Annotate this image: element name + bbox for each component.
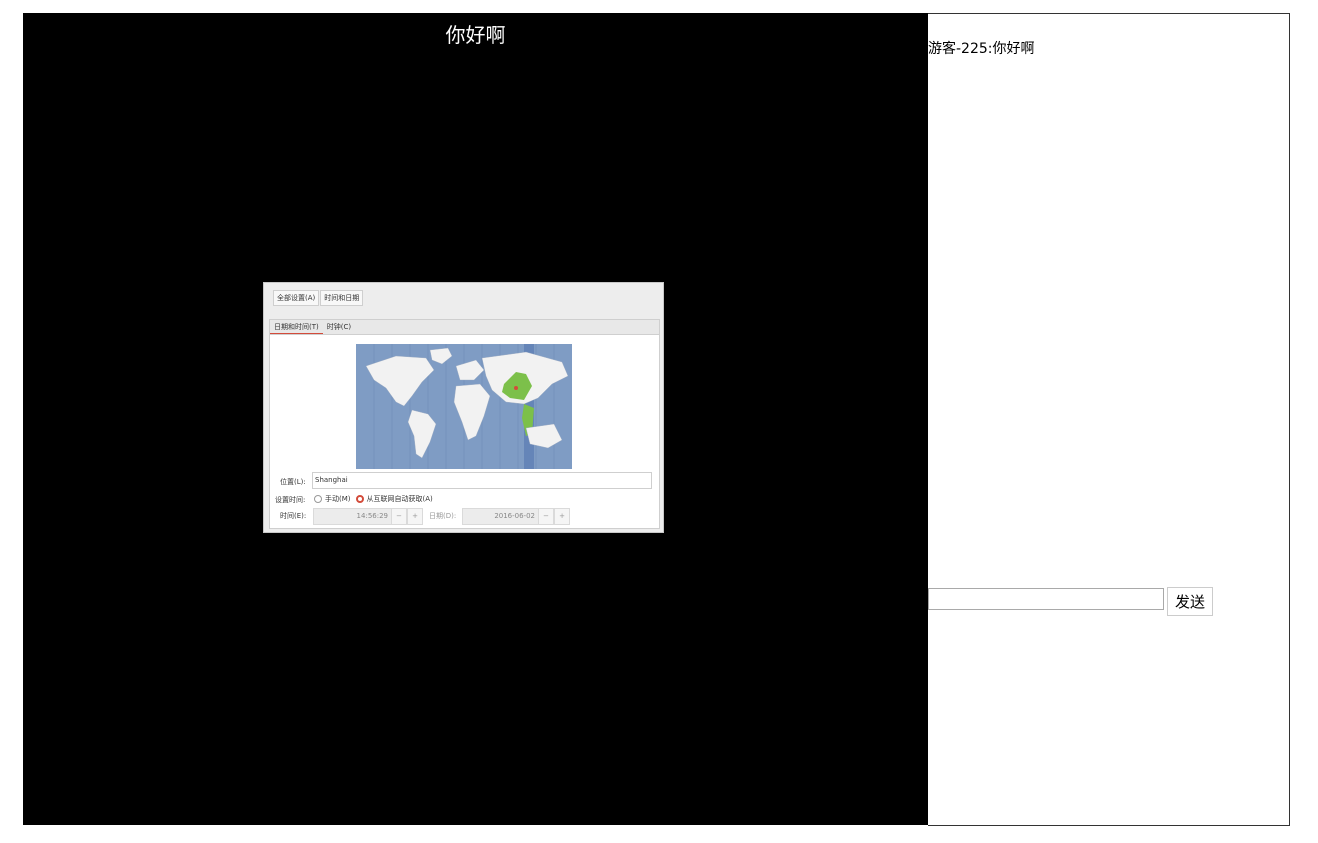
breadcrumb-time-date[interactable]: 时间和日期 — [320, 290, 364, 306]
set-time-radio-group: 手动(M) 从互联网自动获取(A) — [314, 494, 438, 504]
radio-auto-label: 从互联网自动获取(A) — [366, 495, 433, 503]
date-plus-button[interactable]: + — [554, 508, 570, 525]
breadcrumb: 全部设置(A) 时间和日期 — [273, 290, 364, 306]
location-input[interactable]: Shanghai — [312, 472, 652, 489]
world-map-icon — [365, 344, 569, 469]
chat-input[interactable] — [928, 588, 1164, 610]
time-field[interactable]: 14:56:29 — [313, 508, 392, 525]
timezone-map[interactable] — [356, 344, 572, 469]
time-minus-button[interactable]: − — [391, 508, 407, 525]
radio-manual[interactable] — [314, 495, 322, 503]
location-label: 位置(L): — [280, 478, 306, 486]
shared-screen-window: 全部设置(A) 时间和日期 日期和时间(T) 时钟(C) 位置(L): Shan… — [263, 282, 664, 533]
radio-manual-label: 手动(M) — [325, 495, 351, 503]
tab-clock[interactable]: 时钟(C) — [323, 320, 355, 334]
tab-bar: 日期和时间(T) 时钟(C) — [270, 320, 659, 335]
tab-date-time[interactable]: 日期和时间(T) — [270, 320, 323, 334]
set-time-label: 设置时间: — [275, 496, 306, 504]
radio-auto[interactable] — [355, 495, 364, 503]
time-label: 时间(E): — [280, 512, 307, 520]
chat-message: 游客-225:你好啊 — [928, 41, 1035, 57]
date-minus-button[interactable]: − — [538, 508, 554, 525]
time-plus-button[interactable]: + — [407, 508, 423, 525]
time-date-panel: 日期和时间(T) 时钟(C) 位置(L): Shanghai 设置时间: 手动(… — [269, 319, 660, 529]
shared-screen-stage: 你好啊 全部设置(A) 时间和日期 日期和时间(T) 时钟(C) 位置(L): … — [23, 13, 928, 825]
time-date-row: 时间(E): 14:56:29 − + 日期(D): 2016-06-02 − … — [280, 508, 640, 525]
date-field[interactable]: 2016-06-02 — [462, 508, 539, 525]
breadcrumb-all-settings[interactable]: 全部设置(A) — [273, 290, 320, 306]
send-button[interactable]: 发送 — [1167, 587, 1213, 616]
chat-sidebar: 游客-225:你好啊 发送 — [928, 13, 1290, 826]
date-label: 日期(D): — [429, 512, 457, 520]
stage-title: 你好啊 — [445, 23, 506, 47]
